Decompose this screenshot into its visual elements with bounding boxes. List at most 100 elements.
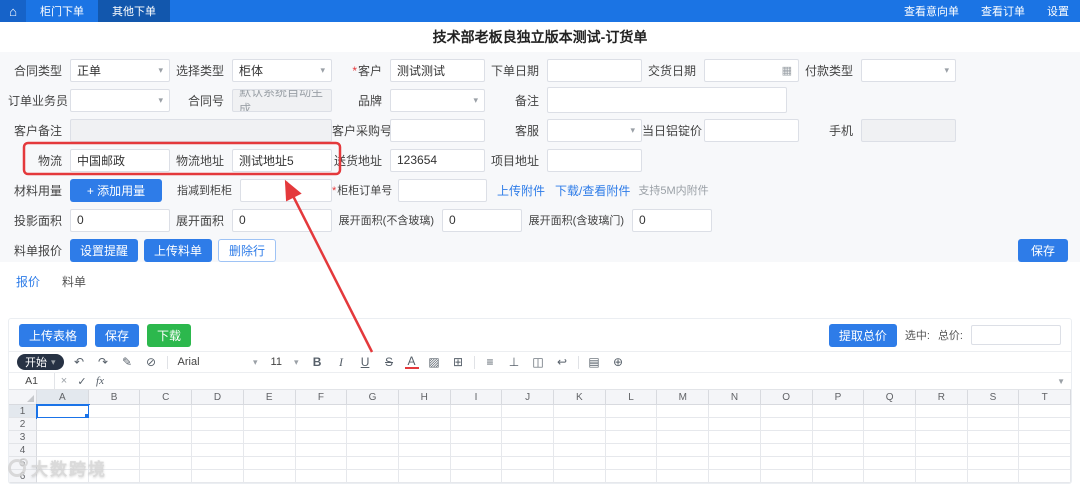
- logistics-address-input[interactable]: 测试地址5: [232, 148, 332, 172]
- formula-bar-expand-icon[interactable]: ▼: [1057, 377, 1071, 386]
- cancel-icon[interactable]: ×: [55, 375, 73, 387]
- cell-Q3[interactable]: [864, 431, 916, 444]
- cell-H7[interactable]: [399, 483, 451, 484]
- cell-G1[interactable]: [347, 405, 399, 418]
- cell-M6[interactable]: [657, 470, 710, 483]
- cell-S7[interactable]: [968, 483, 1020, 484]
- cell-O7[interactable]: [761, 483, 813, 484]
- cell-N4[interactable]: [709, 444, 761, 457]
- column-header-G[interactable]: G: [347, 390, 399, 405]
- cell-P4[interactable]: [812, 444, 865, 457]
- cell-P7[interactable]: [813, 483, 865, 484]
- cell-O6[interactable]: [760, 470, 813, 483]
- cell-A2[interactable]: [37, 418, 89, 431]
- font-color-icon[interactable]: A: [404, 355, 419, 369]
- cell-H4[interactable]: [398, 444, 451, 457]
- cell-C6[interactable]: [140, 470, 193, 483]
- cell-J2[interactable]: [502, 418, 555, 431]
- row-header-7[interactable]: 7: [9, 483, 37, 484]
- cell-T1[interactable]: [1019, 405, 1071, 418]
- font-size-select[interactable]: 11 ▾: [268, 356, 302, 368]
- tab-material-list[interactable]: 料单: [62, 273, 86, 290]
- cell-S6[interactable]: [967, 470, 1020, 483]
- row-header-1[interactable]: 1: [9, 405, 37, 418]
- font-family-select[interactable]: Arial ▾: [175, 356, 261, 368]
- upload-table-button[interactable]: 上传表格: [19, 323, 88, 347]
- cell-C3[interactable]: [140, 431, 193, 444]
- delivery-date-input[interactable]: ▦: [704, 58, 799, 82]
- cell-Q1[interactable]: [864, 405, 916, 418]
- cell-T5[interactable]: [1019, 457, 1071, 470]
- cell-J4[interactable]: [502, 444, 555, 457]
- vertical-align-icon[interactable]: ⊥: [506, 355, 523, 369]
- clear-format-icon[interactable]: ⊘: [143, 355, 160, 369]
- save-button[interactable]: 保存: [1018, 238, 1068, 262]
- settings-link[interactable]: 设置: [1036, 0, 1080, 22]
- order-date-input[interactable]: [547, 58, 642, 82]
- cell-S1[interactable]: [967, 405, 1020, 418]
- column-header-J[interactable]: J: [502, 390, 555, 405]
- delete-row-button[interactable]: 删除行: [218, 238, 277, 262]
- cell-L3[interactable]: [605, 431, 658, 444]
- set-reminder-button[interactable]: 设置提醒: [70, 238, 139, 262]
- cell-E1[interactable]: [243, 405, 296, 418]
- add-usage-button[interactable]: + 添加用量: [70, 178, 162, 202]
- cell-G6[interactable]: [347, 470, 399, 483]
- upload-material-sheet-button[interactable]: 上传料单: [144, 238, 213, 262]
- cell-E5[interactable]: [243, 457, 296, 470]
- cell-O4[interactable]: [760, 444, 813, 457]
- column-header-R[interactable]: R: [915, 390, 968, 405]
- cell-D2[interactable]: [192, 418, 244, 431]
- undo-icon[interactable]: ↶: [71, 355, 88, 369]
- column-header-S[interactable]: S: [967, 390, 1020, 405]
- cell-P3[interactable]: [812, 431, 865, 444]
- column-header-T[interactable]: T: [1019, 390, 1071, 405]
- row-header-2[interactable]: 2: [9, 418, 37, 431]
- cell-T4[interactable]: [1019, 444, 1071, 457]
- expand-area-with-glass-input[interactable]: 0: [632, 208, 712, 232]
- align-icon[interactable]: ≡: [482, 355, 499, 369]
- format-painter-icon[interactable]: ✎: [119, 355, 136, 369]
- cell-R2[interactable]: [915, 418, 968, 431]
- cell-R7[interactable]: [916, 483, 968, 484]
- cell-reference-box[interactable]: A1: [9, 373, 55, 389]
- cell-A3[interactable]: [37, 431, 89, 444]
- cell-K4[interactable]: [554, 444, 606, 457]
- top-tab-other-order[interactable]: 其他下单: [98, 0, 170, 22]
- cell-E6[interactable]: [243, 470, 296, 483]
- cell-F6[interactable]: [295, 470, 348, 483]
- cell-C2[interactable]: [140, 418, 193, 431]
- cell-Q5[interactable]: [864, 457, 916, 470]
- column-header-B[interactable]: B: [88, 390, 141, 405]
- cell-B7[interactable]: [89, 483, 141, 484]
- column-header-L[interactable]: L: [605, 390, 658, 405]
- extract-total-button[interactable]: 提取总价: [828, 323, 897, 347]
- column-header-I[interactable]: I: [450, 390, 503, 405]
- cell-N5[interactable]: [709, 457, 761, 470]
- cell-F7[interactable]: [296, 483, 348, 484]
- cell-I7[interactable]: [451, 483, 503, 484]
- column-header-C[interactable]: C: [140, 390, 193, 405]
- fx-icon[interactable]: fx: [91, 375, 109, 387]
- column-header-E[interactable]: E: [243, 390, 296, 405]
- select-all-corner[interactable]: [9, 390, 37, 405]
- column-header-O[interactable]: O: [760, 390, 813, 405]
- assign-cabinet-input[interactable]: [240, 178, 332, 202]
- cell-J3[interactable]: [502, 431, 555, 444]
- view-orders-link[interactable]: 查看订单: [970, 0, 1036, 22]
- cell-Q7[interactable]: [864, 483, 916, 484]
- column-header-H[interactable]: H: [398, 390, 451, 405]
- cell-Q4[interactable]: [864, 444, 916, 457]
- cell-S3[interactable]: [967, 431, 1020, 444]
- customer-input[interactable]: 测试测试: [390, 58, 485, 82]
- cell-D7[interactable]: [192, 483, 244, 484]
- logistics-input[interactable]: 中国邮政: [70, 148, 170, 172]
- cell-D6[interactable]: [192, 470, 244, 483]
- cell-H6[interactable]: [398, 470, 451, 483]
- column-header-A[interactable]: A: [37, 390, 89, 405]
- cell-T6[interactable]: [1019, 470, 1071, 483]
- cell-C5[interactable]: [140, 457, 193, 470]
- cell-I4[interactable]: [450, 444, 503, 457]
- cell-P6[interactable]: [812, 470, 865, 483]
- cell-M4[interactable]: [657, 444, 710, 457]
